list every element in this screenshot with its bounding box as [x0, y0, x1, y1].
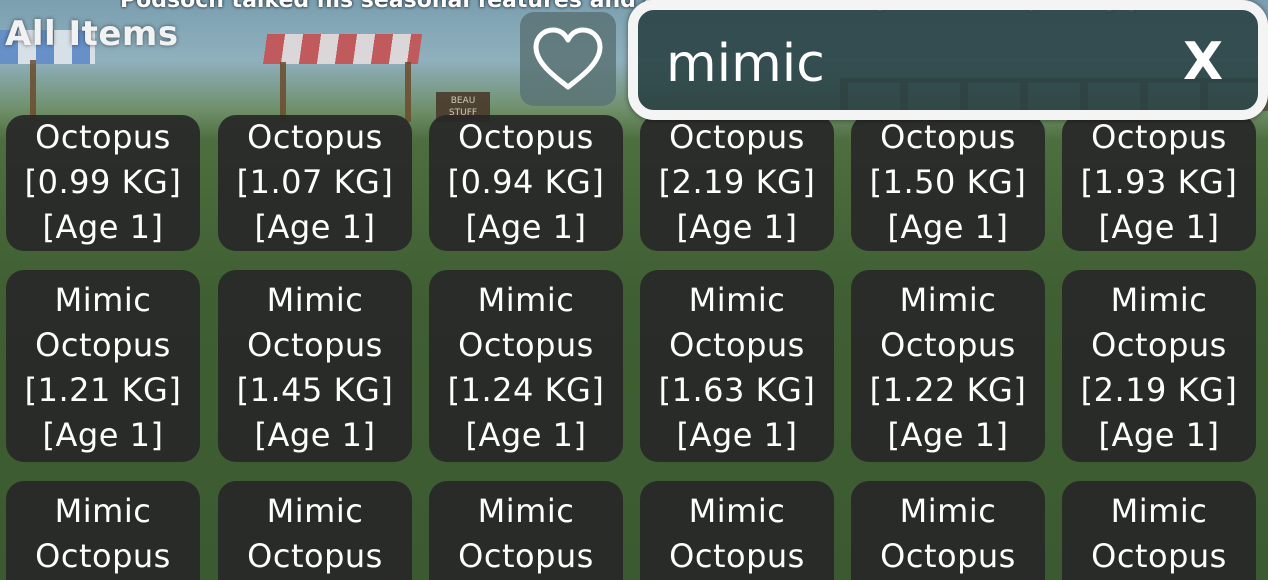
- item-name: Octopus: [880, 118, 1016, 156]
- item-name-first: Mimic: [899, 492, 997, 530]
- item-name-first: Mimic: [688, 281, 786, 319]
- item-weight: [0.99 KG]: [24, 163, 182, 201]
- all-items-tab[interactable]: All Items: [5, 14, 179, 54]
- item-age: [Age 1]: [465, 208, 587, 246]
- item-age: [Age 1]: [887, 208, 1009, 246]
- item-weight: [1.63 KG]: [658, 371, 816, 409]
- item-name: Octopus: [1091, 118, 1227, 156]
- item-name-first: Mimic: [266, 281, 364, 319]
- inventory-item-card[interactable]: Mimic Octopus: [1062, 481, 1256, 580]
- item-name-first: Mimic: [266, 492, 364, 530]
- clear-search-button[interactable]: X: [1158, 24, 1248, 98]
- search-input[interactable]: [666, 28, 1136, 100]
- item-weight: [1.21 KG]: [24, 371, 182, 409]
- item-name-second: Octopus: [1091, 326, 1227, 364]
- item-weight: [1.24 KG]: [447, 371, 605, 409]
- item-age: [Age 1]: [254, 416, 376, 454]
- close-icon: X: [1183, 37, 1223, 85]
- item-name: Octopus: [247, 118, 383, 156]
- search-bar: X: [628, 0, 1268, 120]
- item-name-second: Octopus: [35, 326, 171, 364]
- item-weight: [2.19 KG]: [658, 163, 816, 201]
- inventory-item-card[interactable]: Mimic Octopus [1.21 KG] [Age 1]: [6, 270, 200, 462]
- item-weight: [1.50 KG]: [869, 163, 1027, 201]
- item-age: [Age 1]: [42, 208, 164, 246]
- item-name-second: Octopus: [247, 537, 383, 575]
- item-name-second: Octopus: [1091, 537, 1227, 575]
- item-name-second: Octopus: [880, 537, 1016, 575]
- inventory-item-card[interactable]: Mimic Octopus [1.22 KG] [Age 1]: [851, 270, 1045, 462]
- item-name: Octopus: [458, 118, 594, 156]
- clear-label: X: [1183, 37, 1223, 85]
- inventory-item-card[interactable]: Mimic Octopus [2.19 KG] [Age 1]: [1062, 270, 1256, 462]
- item-age: [Age 1]: [1098, 416, 1220, 454]
- item-name-second: Octopus: [880, 326, 1016, 364]
- inventory-item-card[interactable]: Mimic Octopus: [640, 481, 834, 580]
- item-name-first: Mimic: [477, 281, 575, 319]
- favorites-button[interactable]: [520, 12, 616, 106]
- item-weight: [1.45 KG]: [236, 371, 394, 409]
- inventory-item-card[interactable]: Mimic Octopus [1.24 KG] [Age 1]: [429, 270, 623, 462]
- item-age: [Age 1]: [676, 208, 798, 246]
- inventory-item-card[interactable]: Octopus [2.19 KG] [Age 1]: [640, 115, 834, 251]
- item-name-second: Octopus: [247, 326, 383, 364]
- item-age: [Age 1]: [465, 416, 587, 454]
- item-name-first: Mimic: [1110, 492, 1208, 530]
- inventory-item-card[interactable]: Mimic Octopus: [851, 481, 1045, 580]
- item-weight: [1.07 KG]: [236, 163, 394, 201]
- item-weight: [0.94 KG]: [447, 163, 605, 201]
- item-name-first: Mimic: [54, 281, 152, 319]
- item-age: [Age 1]: [42, 416, 164, 454]
- item-name-first: Mimic: [899, 281, 997, 319]
- inventory-item-card[interactable]: Mimic Octopus: [218, 481, 412, 580]
- item-age: [Age 1]: [676, 416, 798, 454]
- inventory-item-card[interactable]: Mimic Octopus [1.63 KG] [Age 1]: [640, 270, 834, 462]
- item-name-first: Mimic: [1110, 281, 1208, 319]
- item-name-first: Mimic: [54, 492, 152, 530]
- inventory-item-card[interactable]: Octopus [1.50 KG] [Age 1]: [851, 115, 1045, 251]
- item-name-first: Mimic: [477, 492, 575, 530]
- item-name: Octopus: [669, 118, 805, 156]
- item-name-second: Octopus: [669, 537, 805, 575]
- item-age: [Age 1]: [887, 416, 1009, 454]
- inventory-item-card[interactable]: Mimic Octopus [1.45 KG] [Age 1]: [218, 270, 412, 462]
- item-weight: [2.19 KG]: [1080, 371, 1238, 409]
- inventory-item-card[interactable]: Mimic Octopus: [429, 481, 623, 580]
- item-name-second: Octopus: [35, 537, 171, 575]
- item-weight: [1.93 KG]: [1080, 163, 1238, 201]
- heart-icon: [533, 27, 603, 90]
- item-age: [Age 1]: [1098, 208, 1220, 246]
- item-age: [Age 1]: [254, 208, 376, 246]
- inventory-item-card[interactable]: Octopus [0.99 KG] [Age 1]: [6, 115, 200, 251]
- item-name: Octopus: [35, 118, 171, 156]
- inventory-item-card[interactable]: Octopus [0.94 KG] [Age 1]: [429, 115, 623, 251]
- item-name-second: Octopus: [458, 537, 594, 575]
- inventory-item-card[interactable]: Octopus [1.93 KG] [Age 1]: [1062, 115, 1256, 251]
- item-name-second: Octopus: [458, 326, 594, 364]
- item-name-second: Octopus: [669, 326, 805, 364]
- inventory-item-card[interactable]: Octopus [1.07 KG] [Age 1]: [218, 115, 412, 251]
- item-name-first: Mimic: [688, 492, 786, 530]
- inventory-item-card[interactable]: Mimic Octopus: [6, 481, 200, 580]
- item-weight: [1.22 KG]: [869, 371, 1027, 409]
